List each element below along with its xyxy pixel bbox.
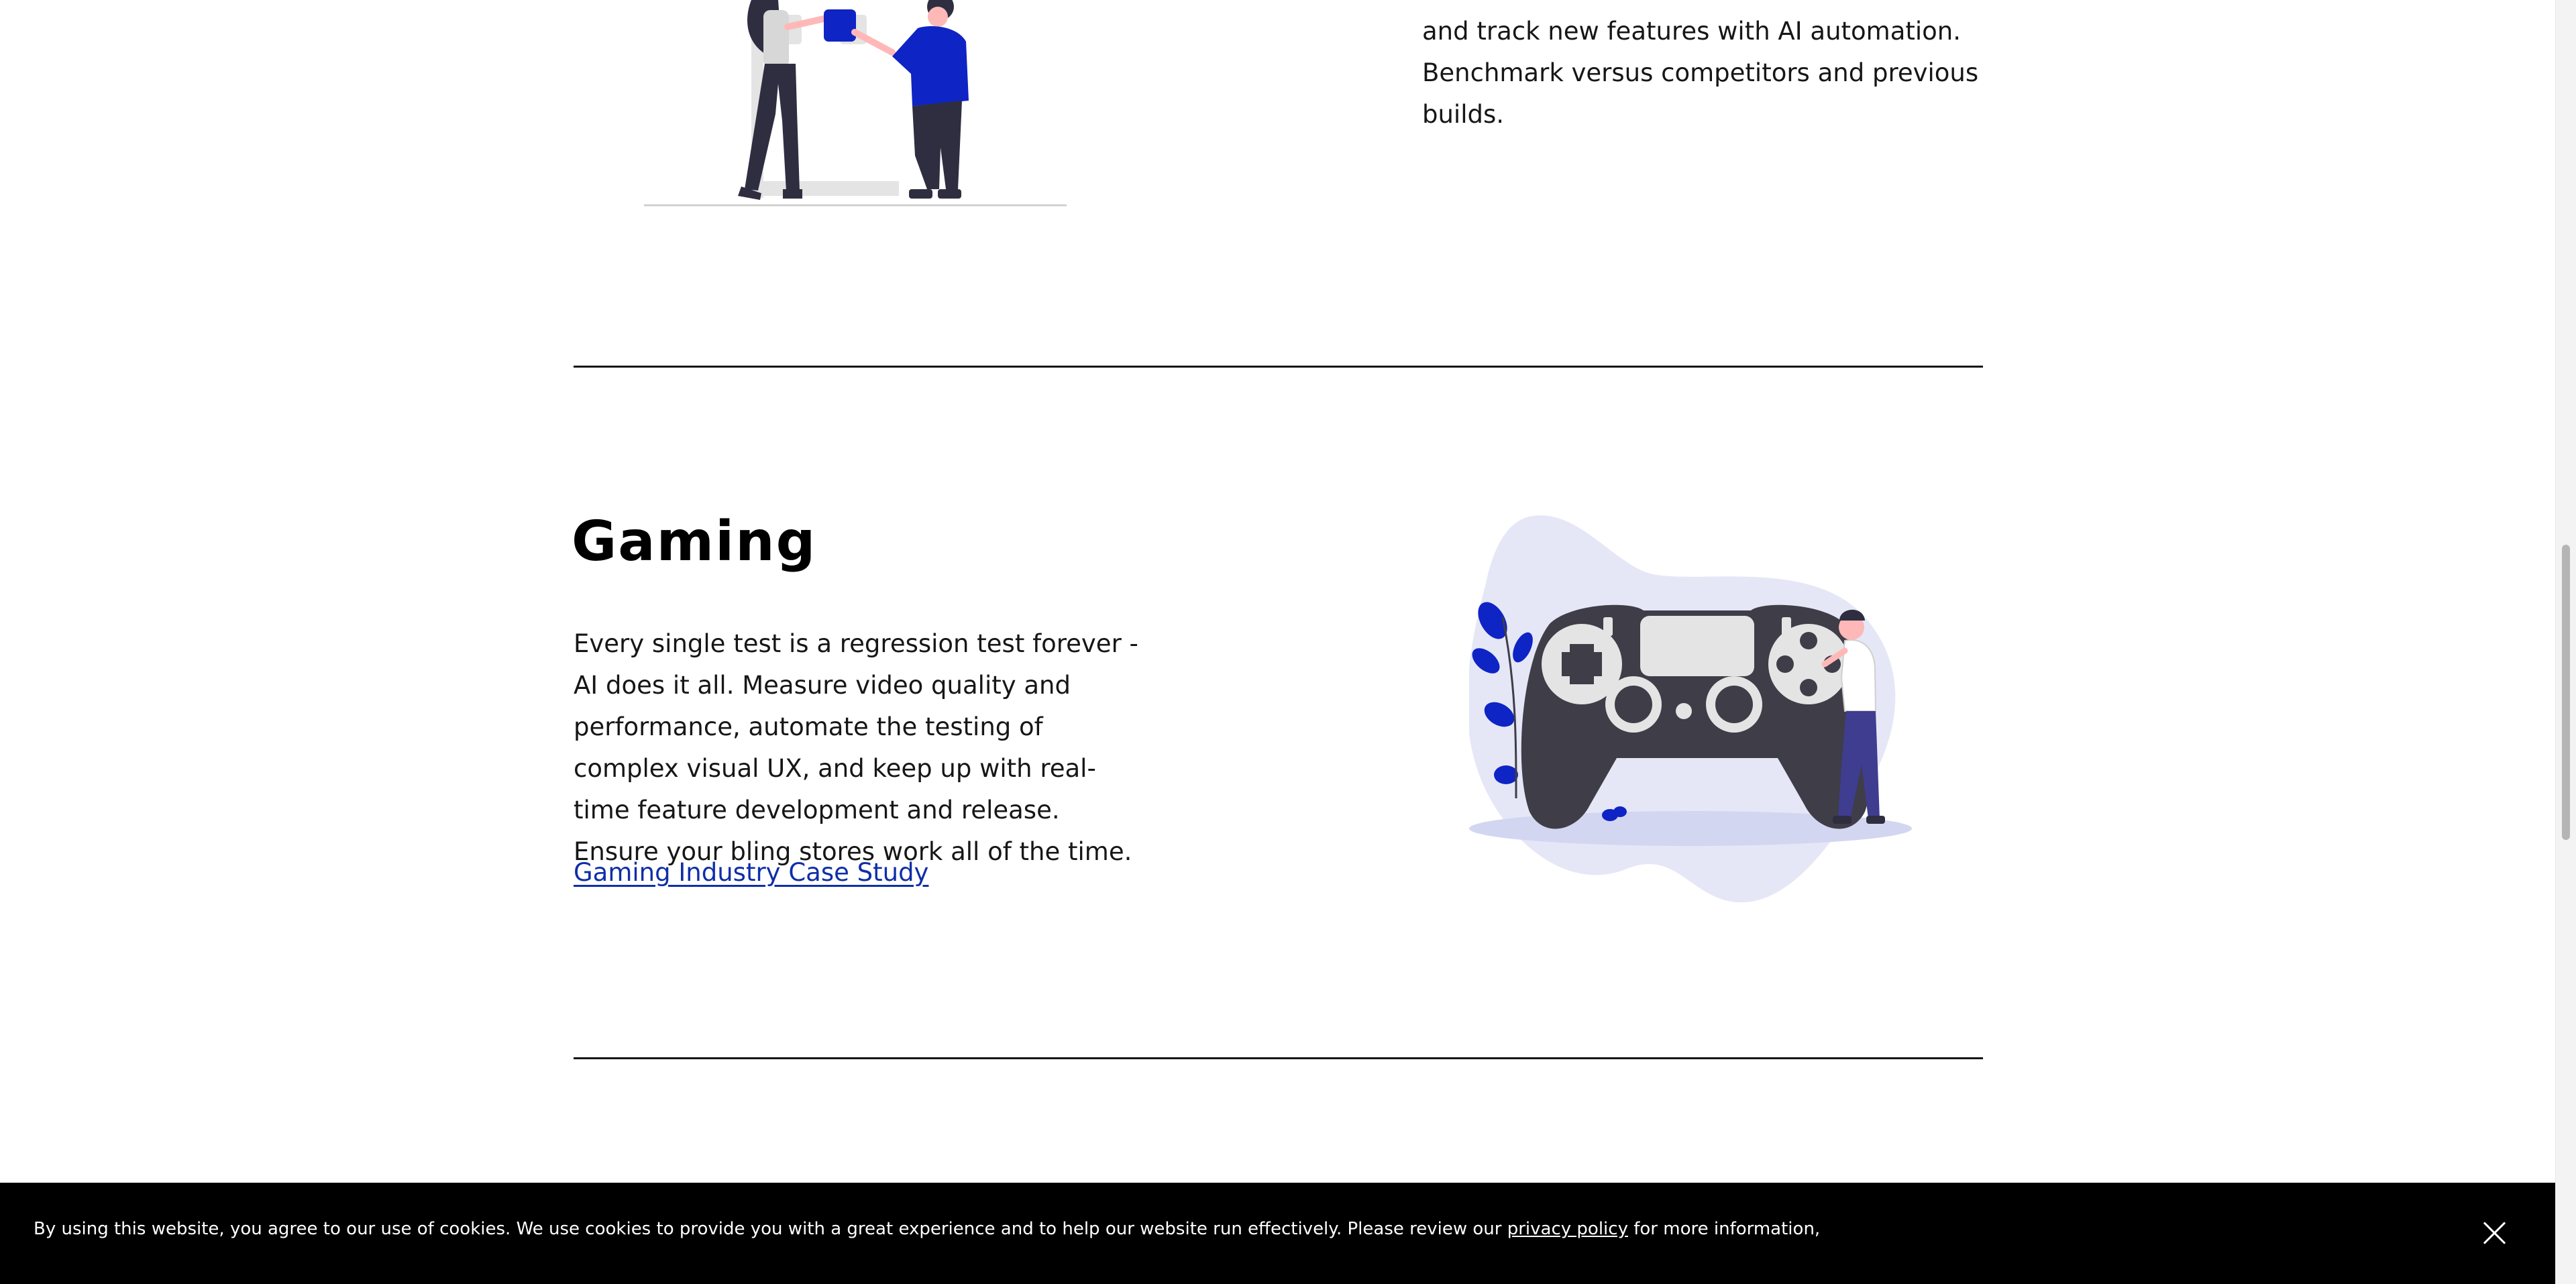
gaming-case-study-link[interactable]: Gaming Industry Case Study	[574, 854, 928, 892]
cookie-banner-text: By using this website, you agree to our …	[34, 1219, 1820, 1239]
cookie-text-end: for more information,	[1627, 1219, 1821, 1239]
section-divider	[574, 366, 1983, 368]
section-divider	[574, 1057, 1983, 1059]
two-people-assembling-blocks-illustration	[644, 0, 1067, 207]
scrollbar-thumb[interactable]	[2562, 545, 2570, 840]
page: and track new features with AI automatio…	[0, 0, 2556, 1284]
gaming-description: Every single test is a regression test f…	[574, 629, 1138, 866]
scrollbar[interactable]	[2555, 0, 2576, 1284]
game-controller-illustration	[1469, 515, 1912, 903]
section-text-line: Benchmark versus competitors and previou…	[1422, 58, 1979, 129]
cookie-text-start: By using this website, you agree to our …	[34, 1219, 1507, 1239]
cookie-banner: By using this website, you agree to our …	[0, 1183, 2556, 1284]
gaming-title: Gaming	[572, 510, 817, 574]
section-text-line: and track new features with AI automatio…	[1422, 17, 1962, 46]
section-description: and track new features with AI automatio…	[1422, 0, 2026, 136]
privacy-policy-link[interactable]: privacy policy	[1507, 1219, 1628, 1239]
close-icon[interactable]	[2477, 1216, 2511, 1250]
